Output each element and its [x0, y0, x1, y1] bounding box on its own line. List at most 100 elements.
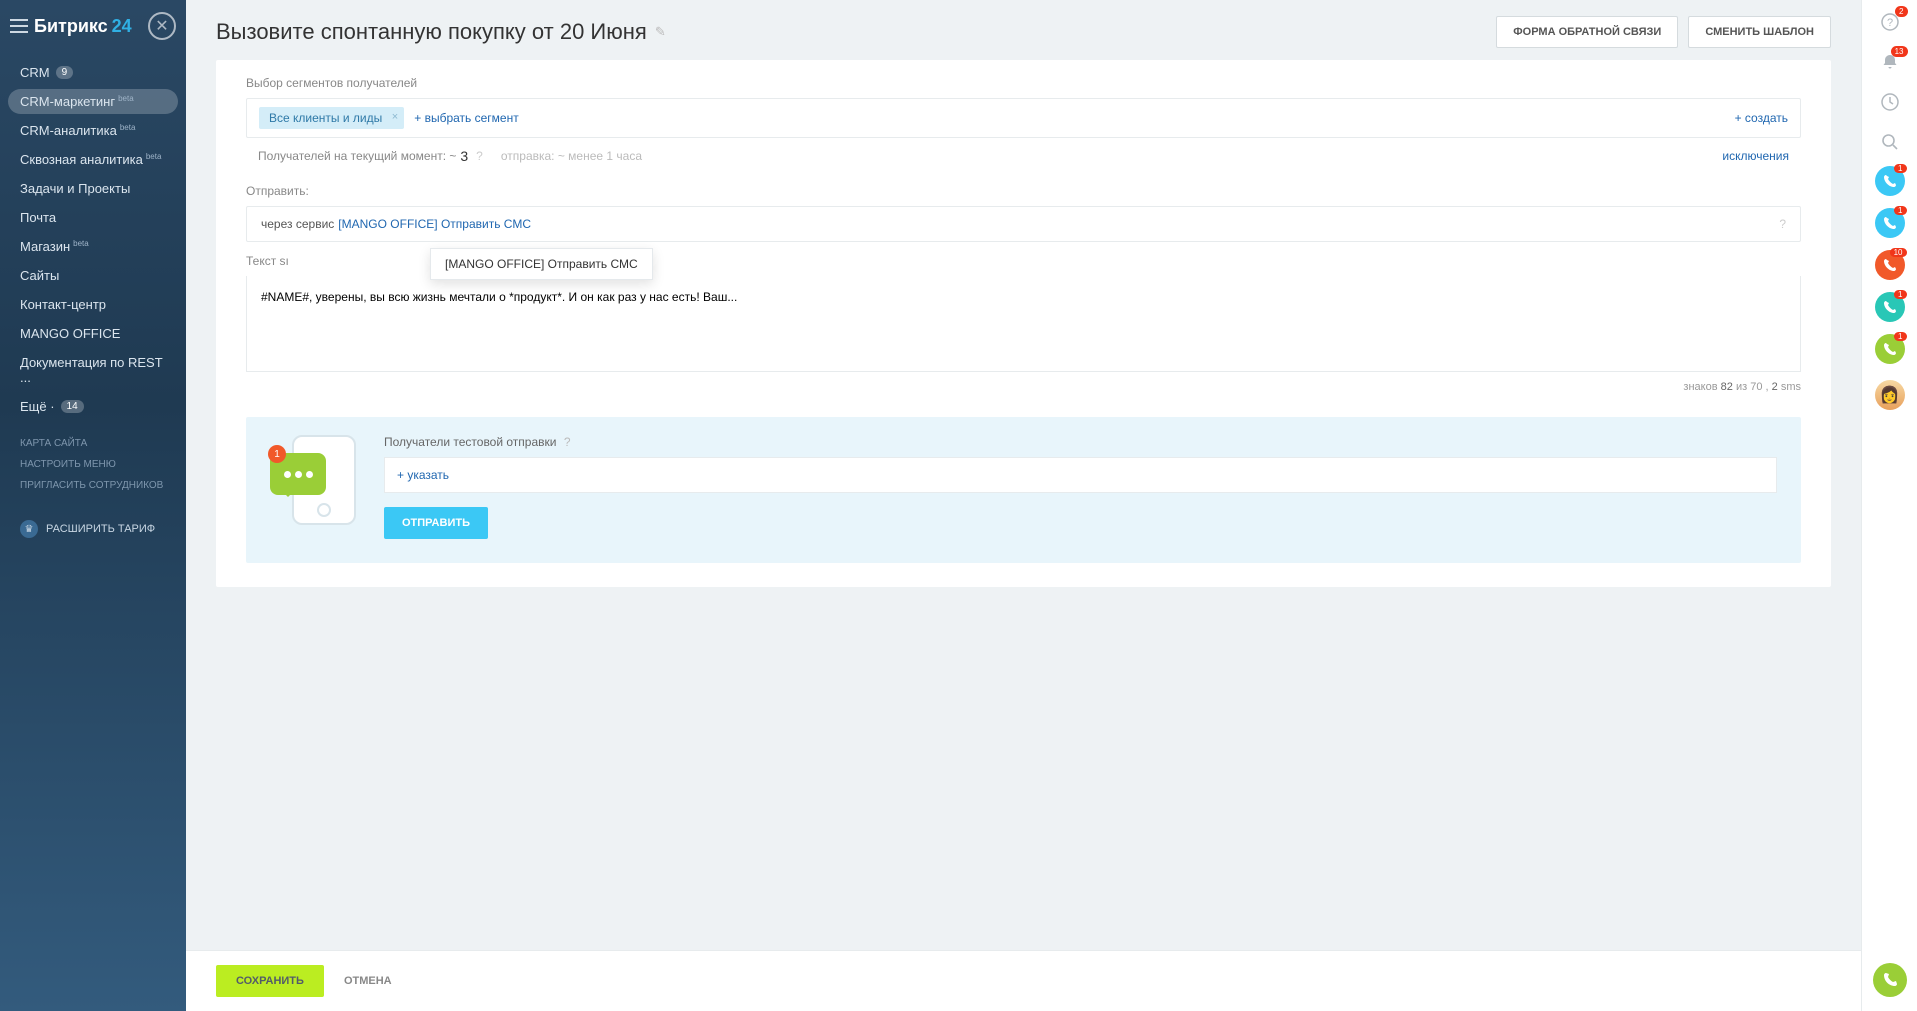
- test-recipients-label: Получатели тестовой отправки: [384, 435, 556, 449]
- send-time-label: отправка: ~ менее 1 часа: [501, 149, 642, 163]
- logo-text-2: 24: [112, 16, 132, 37]
- call-badge: 1: [1894, 290, 1906, 299]
- help-icon[interactable]: ? 2: [1878, 10, 1902, 34]
- sidebar-item-label: Сайты: [20, 268, 59, 283]
- sidebar-item-badge: 9: [56, 66, 74, 79]
- change-template-button[interactable]: СМЕНИТЬ ШАБЛОН: [1688, 16, 1831, 48]
- avatar[interactable]: 👩: [1875, 380, 1905, 410]
- sidebar-item-crm[interactable]: CRM 9: [0, 58, 186, 87]
- call-badge: 1: [1894, 332, 1906, 341]
- upgrade-plan-button[interactable]: ♛ РАСШИРИТЬ ТАРИФ: [0, 510, 186, 548]
- sms-test-icon: 1: [270, 435, 360, 525]
- bell-icon[interactable]: 13: [1878, 50, 1902, 74]
- segment-tag-label: Все клиенты и лиды: [269, 111, 382, 125]
- char-count: 82: [1721, 381, 1733, 393]
- sidebar-item-label: MANGO OFFICE: [20, 326, 120, 341]
- beta-badge: beta: [120, 123, 136, 132]
- sidebar-item-more[interactable]: Ещё ·14: [0, 392, 186, 421]
- segments-row: Все клиенты и лиды × выбрать сегмент соз…: [246, 98, 1801, 138]
- close-icon[interactable]: ✕: [148, 12, 176, 40]
- sidebar-item-crm-analytics[interactable]: CRM-аналитикаbeta: [0, 116, 186, 145]
- save-button[interactable]: СОХРАНИТЬ: [216, 965, 324, 997]
- bell-badge: 13: [1891, 46, 1908, 57]
- logo-text-1: Битрикс: [34, 16, 108, 37]
- sidebar-item-label: CRM-аналитика: [20, 123, 117, 138]
- help-icon[interactable]: ?: [1779, 217, 1786, 231]
- count-of: из: [1736, 381, 1747, 393]
- sms-suffix: sms: [1781, 381, 1801, 393]
- sidebar-item-mango-office[interactable]: MANGO OFFICE: [0, 319, 186, 348]
- hamburger-icon[interactable]: [10, 19, 28, 33]
- right-rail: ? 2 13 1 1 10 1 1: [1861, 0, 1917, 1011]
- pencil-icon[interactable]: ✎: [655, 24, 666, 40]
- test-send-button[interactable]: ОТПРАВИТЬ: [384, 507, 488, 539]
- search-icon[interactable]: [1878, 130, 1902, 154]
- beta-badge: beta: [118, 94, 134, 103]
- sidebar-item-mail[interactable]: Почта: [0, 203, 186, 232]
- sidebar-item-label: Документация по REST ...: [20, 355, 166, 385]
- help-badge: 2: [1895, 6, 1907, 17]
- help-icon[interactable]: ?: [564, 435, 571, 449]
- sidebar-item-label: Сквозная аналитика: [20, 152, 143, 167]
- service-dropdown-option[interactable]: [MANGO OFFICE] Отправить СМС: [430, 248, 653, 280]
- sidebar-item-through-analytics[interactable]: Сквозная аналитикаbeta: [0, 145, 186, 174]
- specify-recipient-input[interactable]: указать: [384, 457, 1777, 493]
- service-selector[interactable]: [MANGO OFFICE] Отправить СМС: [338, 217, 531, 231]
- via-service-label: через сервис: [261, 217, 334, 231]
- sidebar-item-label: CRM: [20, 65, 50, 80]
- create-segment-link[interactable]: создать: [1735, 111, 1788, 125]
- char-counter: знаков 82 из 70 , 2 sms: [216, 375, 1831, 407]
- send-service-box: через сервис [MANGO OFFICE] Отправить СМ…: [246, 206, 1801, 242]
- menu-settings-link[interactable]: НАСТРОИТЬ МЕНЮ: [20, 454, 166, 475]
- page-title: Вызовите спонтанную покупку от 20 Июня: [216, 19, 647, 45]
- recipients-count: 3: [460, 148, 468, 164]
- recipients-label: Получателей на текущий момент: ~: [258, 149, 456, 163]
- sidebar-item-label: Почта: [20, 210, 56, 225]
- sidebar-item-label: Задачи и Проекты: [20, 181, 130, 196]
- sidebar-menu: CRM9 CRM-маркетингbeta CRM-аналитикаbeta…: [0, 52, 186, 427]
- segments-section-label: Выбор сегментов получателей: [216, 60, 1831, 98]
- sidebar-item-crm-marketing[interactable]: CRM-маркетингbeta: [8, 89, 178, 114]
- remove-segment-icon[interactable]: ×: [392, 111, 398, 123]
- call-button-2[interactable]: 1: [1875, 208, 1905, 238]
- count-prefix: знаков: [1683, 381, 1717, 393]
- exclusions-link[interactable]: исключения: [1722, 149, 1789, 163]
- fab-call-button[interactable]: [1873, 963, 1907, 997]
- sidebar-item-label: Контакт-центр: [20, 297, 106, 312]
- call-badge: 10: [1890, 248, 1907, 257]
- recipients-row: Получателей на текущий момент: ~ 3 ? отп…: [216, 138, 1831, 174]
- feedback-form-button[interactable]: ФОРМА ОБРАТНОЙ СВЯЗИ: [1496, 16, 1678, 48]
- call-button-3[interactable]: 10: [1875, 250, 1905, 280]
- call-button-5[interactable]: 1: [1875, 334, 1905, 364]
- sidebar-item-contact-center[interactable]: Контакт-центр: [0, 290, 186, 319]
- sms-parts: 2: [1772, 381, 1778, 393]
- add-segment-link[interactable]: выбрать сегмент: [414, 111, 518, 125]
- char-limit: 70: [1750, 381, 1762, 393]
- sitemap-link[interactable]: КАРТА САЙТА: [20, 433, 166, 454]
- svg-text:?: ?: [1886, 17, 1892, 29]
- call-button-1[interactable]: 1: [1875, 166, 1905, 196]
- segment-tag[interactable]: Все клиенты и лиды ×: [259, 107, 404, 129]
- footer-bar: СОХРАНИТЬ ОТМЕНА: [186, 950, 1861, 1011]
- sidebar-item-tasks[interactable]: Задачи и Проекты: [0, 174, 186, 203]
- main-content: Вызовите спонтанную покупку от 20 Июня ✎…: [186, 0, 1861, 1011]
- sidebar-item-label: CRM-маркетинг: [20, 94, 115, 109]
- sidebar-item-rest-docs[interactable]: Документация по REST ...: [0, 348, 186, 392]
- logo[interactable]: Битрикс 24: [34, 16, 132, 37]
- clock-icon[interactable]: [1878, 90, 1902, 114]
- beta-badge: beta: [73, 239, 89, 248]
- call-badge: 1: [1894, 164, 1906, 173]
- crown-icon: ♛: [20, 520, 38, 538]
- call-button-4[interactable]: 1: [1875, 292, 1905, 322]
- beta-badge: beta: [146, 152, 162, 161]
- count-sep: ,: [1766, 381, 1769, 393]
- sidebar: Битрикс 24 ✕ CRM9 CRM-маркетингbeta CRM-…: [0, 0, 186, 1011]
- help-icon[interactable]: ?: [476, 149, 483, 163]
- sidebar-item-label: Магазин: [20, 239, 70, 254]
- cancel-button[interactable]: ОТМЕНА: [344, 975, 392, 987]
- invite-link[interactable]: ПРИГЛАСИТЬ СОТРУДНИКОВ: [20, 475, 166, 496]
- upgrade-label: РАСШИРИТЬ ТАРИФ: [46, 523, 155, 535]
- sms-text-input[interactable]: [246, 276, 1801, 372]
- sidebar-item-sites[interactable]: Сайты: [0, 261, 186, 290]
- sidebar-item-store[interactable]: Магазинbeta: [0, 232, 186, 261]
